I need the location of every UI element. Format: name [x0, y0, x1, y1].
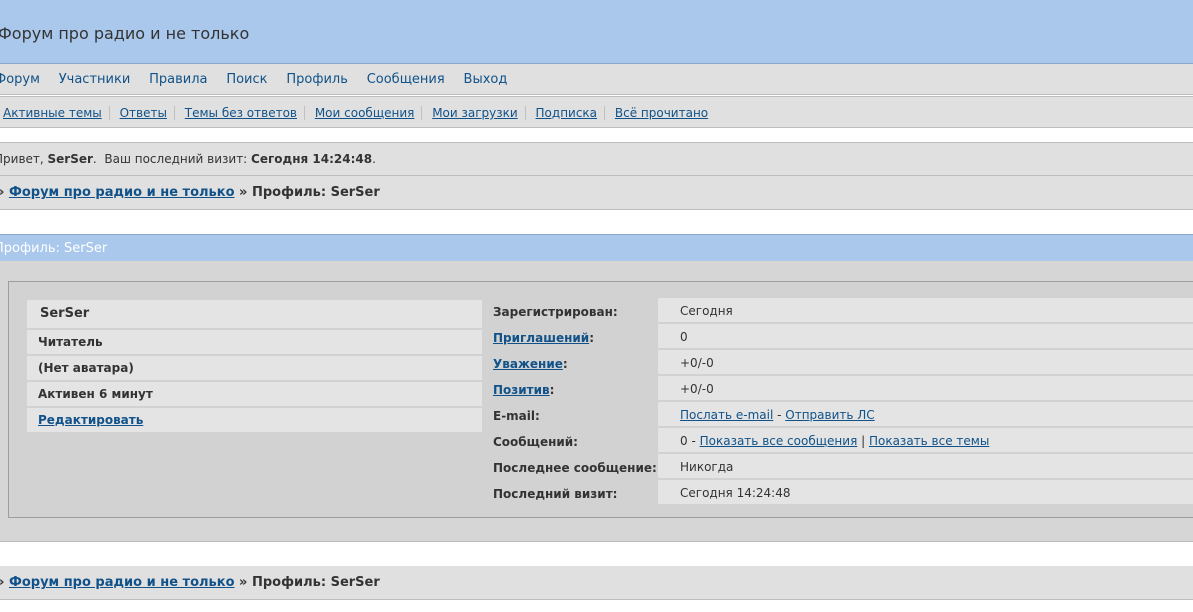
respect-colon: :	[562, 357, 568, 371]
posts-separator: -	[687, 434, 700, 448]
forum-header: Форум про радио и не только	[0, 0, 1193, 64]
nav-rules[interactable]: Правила	[149, 72, 207, 87]
greeting-middle: . Ваш последний визит:	[92, 152, 252, 166]
link-mark-all-read[interactable]: Всё прочитано	[615, 106, 715, 120]
detail-row-last-post: Последнее сообщение: Никогда	[484, 454, 1193, 480]
invites-colon: :	[589, 331, 594, 345]
main-navigation: Форум Участники Правила Поиск Профиль Со…	[0, 64, 1193, 95]
user-card: SerSer Читатель (Нет аватара) Активен 6 …	[27, 300, 482, 434]
respect-link[interactable]: Уважение	[493, 357, 563, 371]
user-rank: Читатель	[27, 330, 482, 356]
greeting-suffix: .	[372, 152, 376, 166]
invites-value: 0	[680, 330, 688, 344]
nav-members[interactable]: Участники	[59, 72, 131, 87]
breadcrumb-2: » Форум про радио и не только » Профиль:…	[0, 575, 380, 590]
nav-messages[interactable]: Сообщения	[367, 72, 445, 87]
respect-value: +0/-0	[680, 356, 714, 370]
section-title: Профиль: SerSer	[0, 241, 108, 256]
welcome-bar: Привет, SerSer. Ваш последний визит: Сег…	[0, 142, 1193, 176]
breadcrumb-bottom: » Форум про радио и не только » Профиль:…	[0, 566, 1193, 600]
last-post-label: Последнее сообщение:	[493, 461, 657, 475]
invites-label-wrap: Приглашений:	[493, 331, 594, 345]
profile-section-header: Профиль: SerSer	[0, 234, 1193, 262]
nav-search[interactable]: Поиск	[226, 72, 267, 87]
last-post-value: Никогда	[680, 460, 734, 474]
secondary-navigation: Активные темы Ответы Темы без ответов Мо…	[0, 96, 1193, 128]
last-visit-label: Последний визит:	[493, 487, 618, 501]
send-email-link[interactable]: Послать e-mail	[680, 408, 773, 422]
positive-colon: :	[549, 383, 555, 397]
detail-row-respect: Уважение: +0/-0	[484, 350, 1193, 376]
respect-label-wrap: Уважение:	[493, 357, 568, 371]
show-all-topics-link[interactable]: Показать все темы	[869, 434, 989, 448]
edit-profile-row: Редактировать	[27, 408, 482, 434]
edit-profile-link[interactable]: Редактировать	[38, 413, 143, 427]
posts-links: 0 - Показать все сообщения | Показать вс…	[680, 434, 989, 448]
last-visit-value: Сегодня 14:24:48	[680, 486, 791, 500]
nav-logout[interactable]: Выход	[464, 72, 508, 87]
posts-label: Сообщений:	[493, 435, 578, 449]
breadcrumb-forum-link-2[interactable]: Форум про радио и не только	[9, 575, 235, 590]
breadcrumb-current: Профиль: SerSer	[251, 185, 380, 200]
profile-box: SerSer Читатель (Нет аватара) Активен 6 …	[8, 281, 1193, 518]
greeting-username: SerSer	[47, 152, 93, 166]
breadcrumb-separator: »	[239, 185, 248, 200]
posts-pipe: |	[857, 434, 869, 448]
positive-value: +0/-0	[680, 382, 714, 396]
link-subscriptions[interactable]: Подписка	[536, 106, 606, 120]
link-unanswered-topics[interactable]: Темы без ответов	[185, 106, 305, 120]
avatar-placeholder: (Нет аватара)	[27, 356, 482, 382]
breadcrumb-arrow: »	[0, 185, 4, 200]
email-links: Послать e-mail - Отправить ЛС	[680, 408, 875, 422]
detail-row-posts: Сообщений: 0 - Показать все сообщения | …	[484, 428, 1193, 454]
profile-username: SerSer	[27, 300, 482, 330]
profile-section-body: SerSer Читатель (Нет аватара) Активен 6 …	[0, 261, 1193, 542]
profile-details: Зарегистрирован: Сегодня Приглашений: 0 …	[484, 298, 1193, 506]
show-all-posts-link[interactable]: Показать все сообщения	[700, 434, 858, 448]
positive-link[interactable]: Позитив	[493, 383, 550, 397]
detail-row-positive: Позитив: +0/-0	[484, 376, 1193, 402]
link-my-uploads[interactable]: Мои загрузки	[432, 106, 526, 120]
detail-row-invites: Приглашений: 0	[484, 324, 1193, 350]
email-label: E-mail:	[493, 409, 540, 423]
greeting-last-visit: Сегодня 14:24:48	[251, 152, 373, 166]
welcome-text: Привет, SerSer. Ваш последний визит: Сег…	[0, 152, 376, 166]
positive-label-wrap: Позитив:	[493, 383, 554, 397]
registered-label: Зарегистрирован:	[493, 305, 618, 319]
nav-forum[interactable]: Форум	[0, 72, 40, 87]
registered-value: Сегодня	[680, 304, 733, 318]
link-replies[interactable]: Ответы	[120, 106, 175, 120]
nav-profile[interactable]: Профиль	[286, 72, 348, 87]
detail-row-last-visit: Последний визит: Сегодня 14:24:48	[484, 480, 1193, 506]
detail-row-registered: Зарегистрирован: Сегодня	[484, 298, 1193, 324]
breadcrumb: » Форум про радио и не только » Профиль:…	[0, 185, 380, 200]
detail-row-email: E-mail: Послать e-mail - Отправить ЛС	[484, 402, 1193, 428]
send-pm-link[interactable]: Отправить ЛС	[785, 408, 874, 422]
posts-count: 0	[680, 434, 688, 448]
link-active-topics[interactable]: Активные темы	[3, 106, 110, 120]
breadcrumb-current-2: Профиль: SerSer	[251, 575, 380, 590]
active-time: Активен 6 минут	[27, 382, 482, 408]
link-my-posts[interactable]: Мои сообщения	[315, 106, 423, 120]
email-separator: -	[773, 408, 786, 422]
breadcrumb-forum-link[interactable]: Форум про радио и не только	[9, 185, 235, 200]
breadcrumb-separator-2: »	[239, 575, 248, 590]
breadcrumb-top: » Форум про радио и не только » Профиль:…	[0, 176, 1193, 210]
greeting-prefix: Привет,	[0, 152, 44, 166]
breadcrumb-arrow-2: »	[0, 575, 4, 590]
invites-link[interactable]: Приглашений	[493, 331, 589, 345]
forum-title: Форум про радио и не только	[0, 24, 250, 43]
